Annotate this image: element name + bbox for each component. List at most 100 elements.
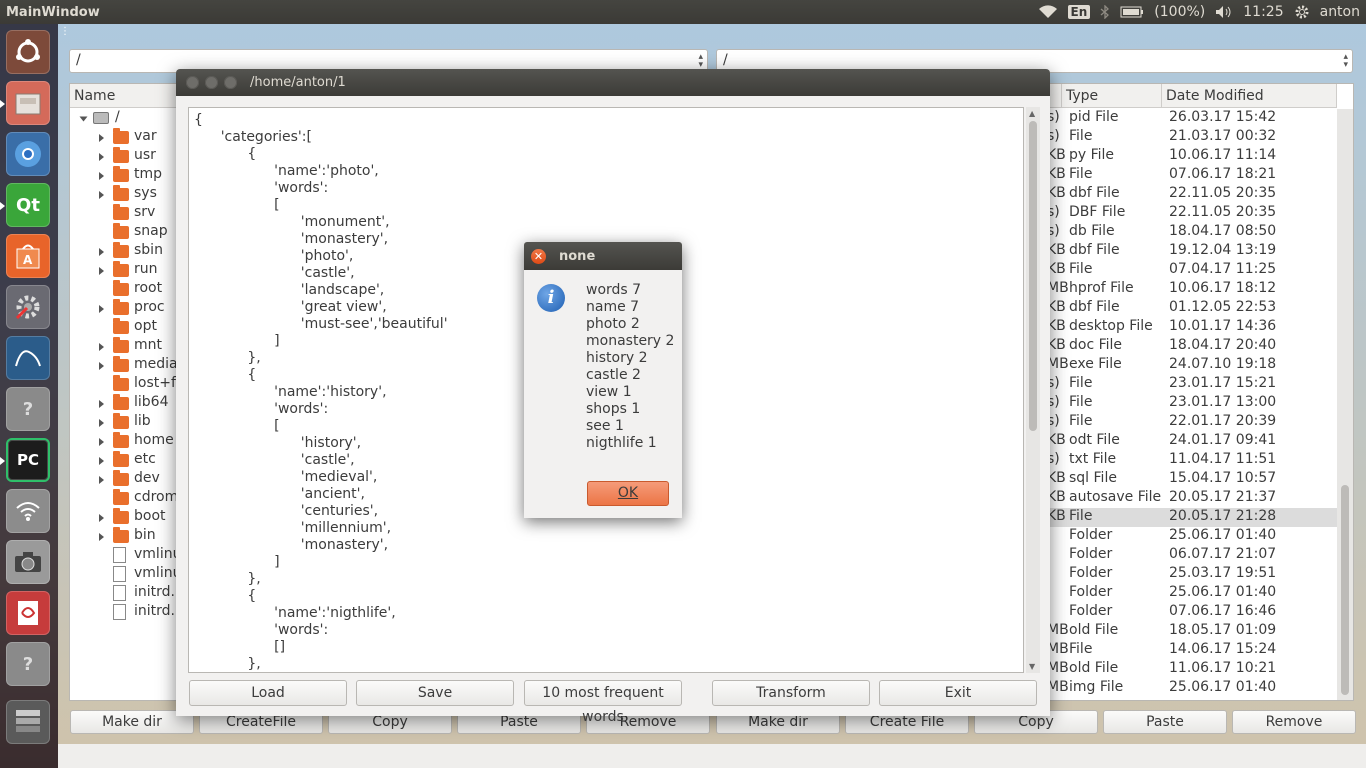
scroll-up-icon[interactable]: ▲ [1029,109,1035,118]
document-viewer-icon[interactable] [6,591,50,635]
qt-creator-icon[interactable]: Qt [6,183,50,227]
menu-handle[interactable]: ⋮ [60,26,70,37]
software-center-icon[interactable]: A [6,234,50,278]
save-button[interactable]: Save [356,680,514,706]
cell-type: dbf File [1069,242,1120,258]
chromium-icon[interactable] [6,132,50,176]
bluetooth-icon[interactable] [1100,5,1110,19]
battery-icon[interactable] [1120,6,1144,18]
user-name[interactable]: anton [1320,4,1360,20]
cell-date: 18.05.17 01:09 [1169,622,1277,638]
folder-icon [113,375,129,391]
camera-icon[interactable] [6,540,50,584]
gear-icon[interactable] [1294,4,1310,20]
files-icon[interactable] [6,81,50,125]
cell-type: img File [1069,679,1124,695]
battery-percent: (100%) [1154,4,1206,20]
expander-collapsed-icon[interactable] [99,343,104,351]
cell-type: File [1069,375,1093,391]
cell-date: 22.11.05 20:35 [1169,185,1277,201]
tree-label: proc [134,299,165,315]
scrollbar-thumb[interactable] [1341,485,1349,695]
folder-icon [113,489,129,505]
maximize-icon[interactable] [224,76,237,89]
column-header-type[interactable]: Type [1062,84,1162,108]
message-box-titlebar[interactable]: ✕ none [524,242,682,270]
system-settings-icon[interactable] [6,285,50,329]
cell-date: 24.07.10 19:18 [1169,356,1277,372]
scroll-down-icon[interactable]: ▼ [1029,662,1035,671]
right-paste-button[interactable]: Paste [1103,710,1227,734]
expander-collapsed-icon[interactable] [99,400,104,408]
expander-collapsed-icon[interactable] [99,362,104,370]
cell-date: 10.06.17 11:14 [1169,147,1277,163]
editor-scrollbar[interactable]: ▲ ▼ [1026,107,1040,673]
cell-date: 07.06.17 16:46 [1169,603,1277,619]
expander-collapsed-icon[interactable] [99,305,104,313]
message-line: nigthlife 1 [586,435,657,451]
expander-collapsed-icon[interactable] [99,419,104,427]
expander-collapsed-icon[interactable] [99,134,104,142]
column-header-date[interactable]: Date Modified [1162,84,1337,108]
expander-collapsed-icon[interactable] [99,514,104,522]
expander-collapsed-icon[interactable] [99,172,104,180]
expander-collapsed-icon[interactable] [99,191,104,199]
cell-date: 23.01.17 13:00 [1169,394,1277,410]
close-icon[interactable] [186,76,199,89]
tree-label: home [134,432,174,448]
expander-collapsed-icon[interactable] [99,153,104,161]
workspace-switcher-icon[interactable] [6,700,50,744]
exit-button[interactable]: Exit [879,680,1037,706]
ubuntu-icon[interactable] [6,30,50,74]
message-line: photo 2 [586,316,640,332]
cell-size: MB [1047,622,1069,638]
close-icon[interactable]: ✕ [531,249,546,264]
file-icon [113,585,126,601]
cell-type: Folder [1069,565,1113,581]
ok-button[interactable]: OK [587,481,669,506]
expander-collapsed-icon[interactable] [99,533,104,541]
tree-label: mnt [134,337,162,353]
wifi-icon[interactable] [1038,5,1058,19]
expander-collapsed-icon[interactable] [99,438,104,446]
expander-collapsed-icon[interactable] [99,248,104,256]
10-most-frequent-words-button[interactable]: 10 most frequent words [524,680,682,725]
right-remove-button[interactable]: Remove [1232,710,1356,734]
clock[interactable]: 11:25 [1243,4,1283,20]
volume-icon[interactable] [1215,5,1233,19]
transform-button[interactable]: Transform [712,680,870,706]
pycharm-icon[interactable]: PC [6,438,50,482]
tree-label: var [134,128,157,144]
cell-date: 07.04.17 11:25 [1169,261,1277,277]
cell-type: py File [1069,147,1115,163]
scrollbar-thumb[interactable] [1029,121,1037,431]
expander-collapsed-icon[interactable] [99,267,104,275]
unknown-app-icon[interactable]: ? [6,642,50,686]
cell-date: 22.11.05 20:35 [1169,204,1277,220]
expander-expanded-icon[interactable] [79,116,88,122]
minimize-icon[interactable] [205,76,218,89]
expander-collapsed-icon[interactable] [99,476,104,484]
folder-icon [113,508,129,524]
cell-date: 10.01.17 14:36 [1169,318,1277,334]
window-title: MainWindow [6,4,100,20]
expander-collapsed-icon[interactable] [99,457,104,465]
message-line: view 1 [586,384,632,400]
tree-label: lib [134,413,151,429]
editor-titlebar[interactable]: /home/anton/1 [176,69,1050,96]
keyboard-layout-indicator[interactable]: En [1067,5,1091,19]
folder-icon [113,318,129,334]
tree-label: opt [134,318,157,334]
unknown-app-icon[interactable]: ? [6,387,50,431]
cell-type: db File [1069,223,1115,239]
editor-text: { 'categories':[ { 'name':'photo', 'word… [194,112,448,672]
message-line: see 1 [586,418,624,434]
cell-type: old File [1069,660,1119,676]
editor-title: /home/anton/1 [250,75,346,90]
message-line: monastery 2 [586,333,675,349]
right-list-scrollbar[interactable] [1337,109,1353,700]
mysql-workbench-icon[interactable] [6,336,50,380]
cell-date: 21.03.17 00:32 [1169,128,1277,144]
network-icon[interactable] [6,489,50,533]
load-button[interactable]: Load [189,680,347,706]
